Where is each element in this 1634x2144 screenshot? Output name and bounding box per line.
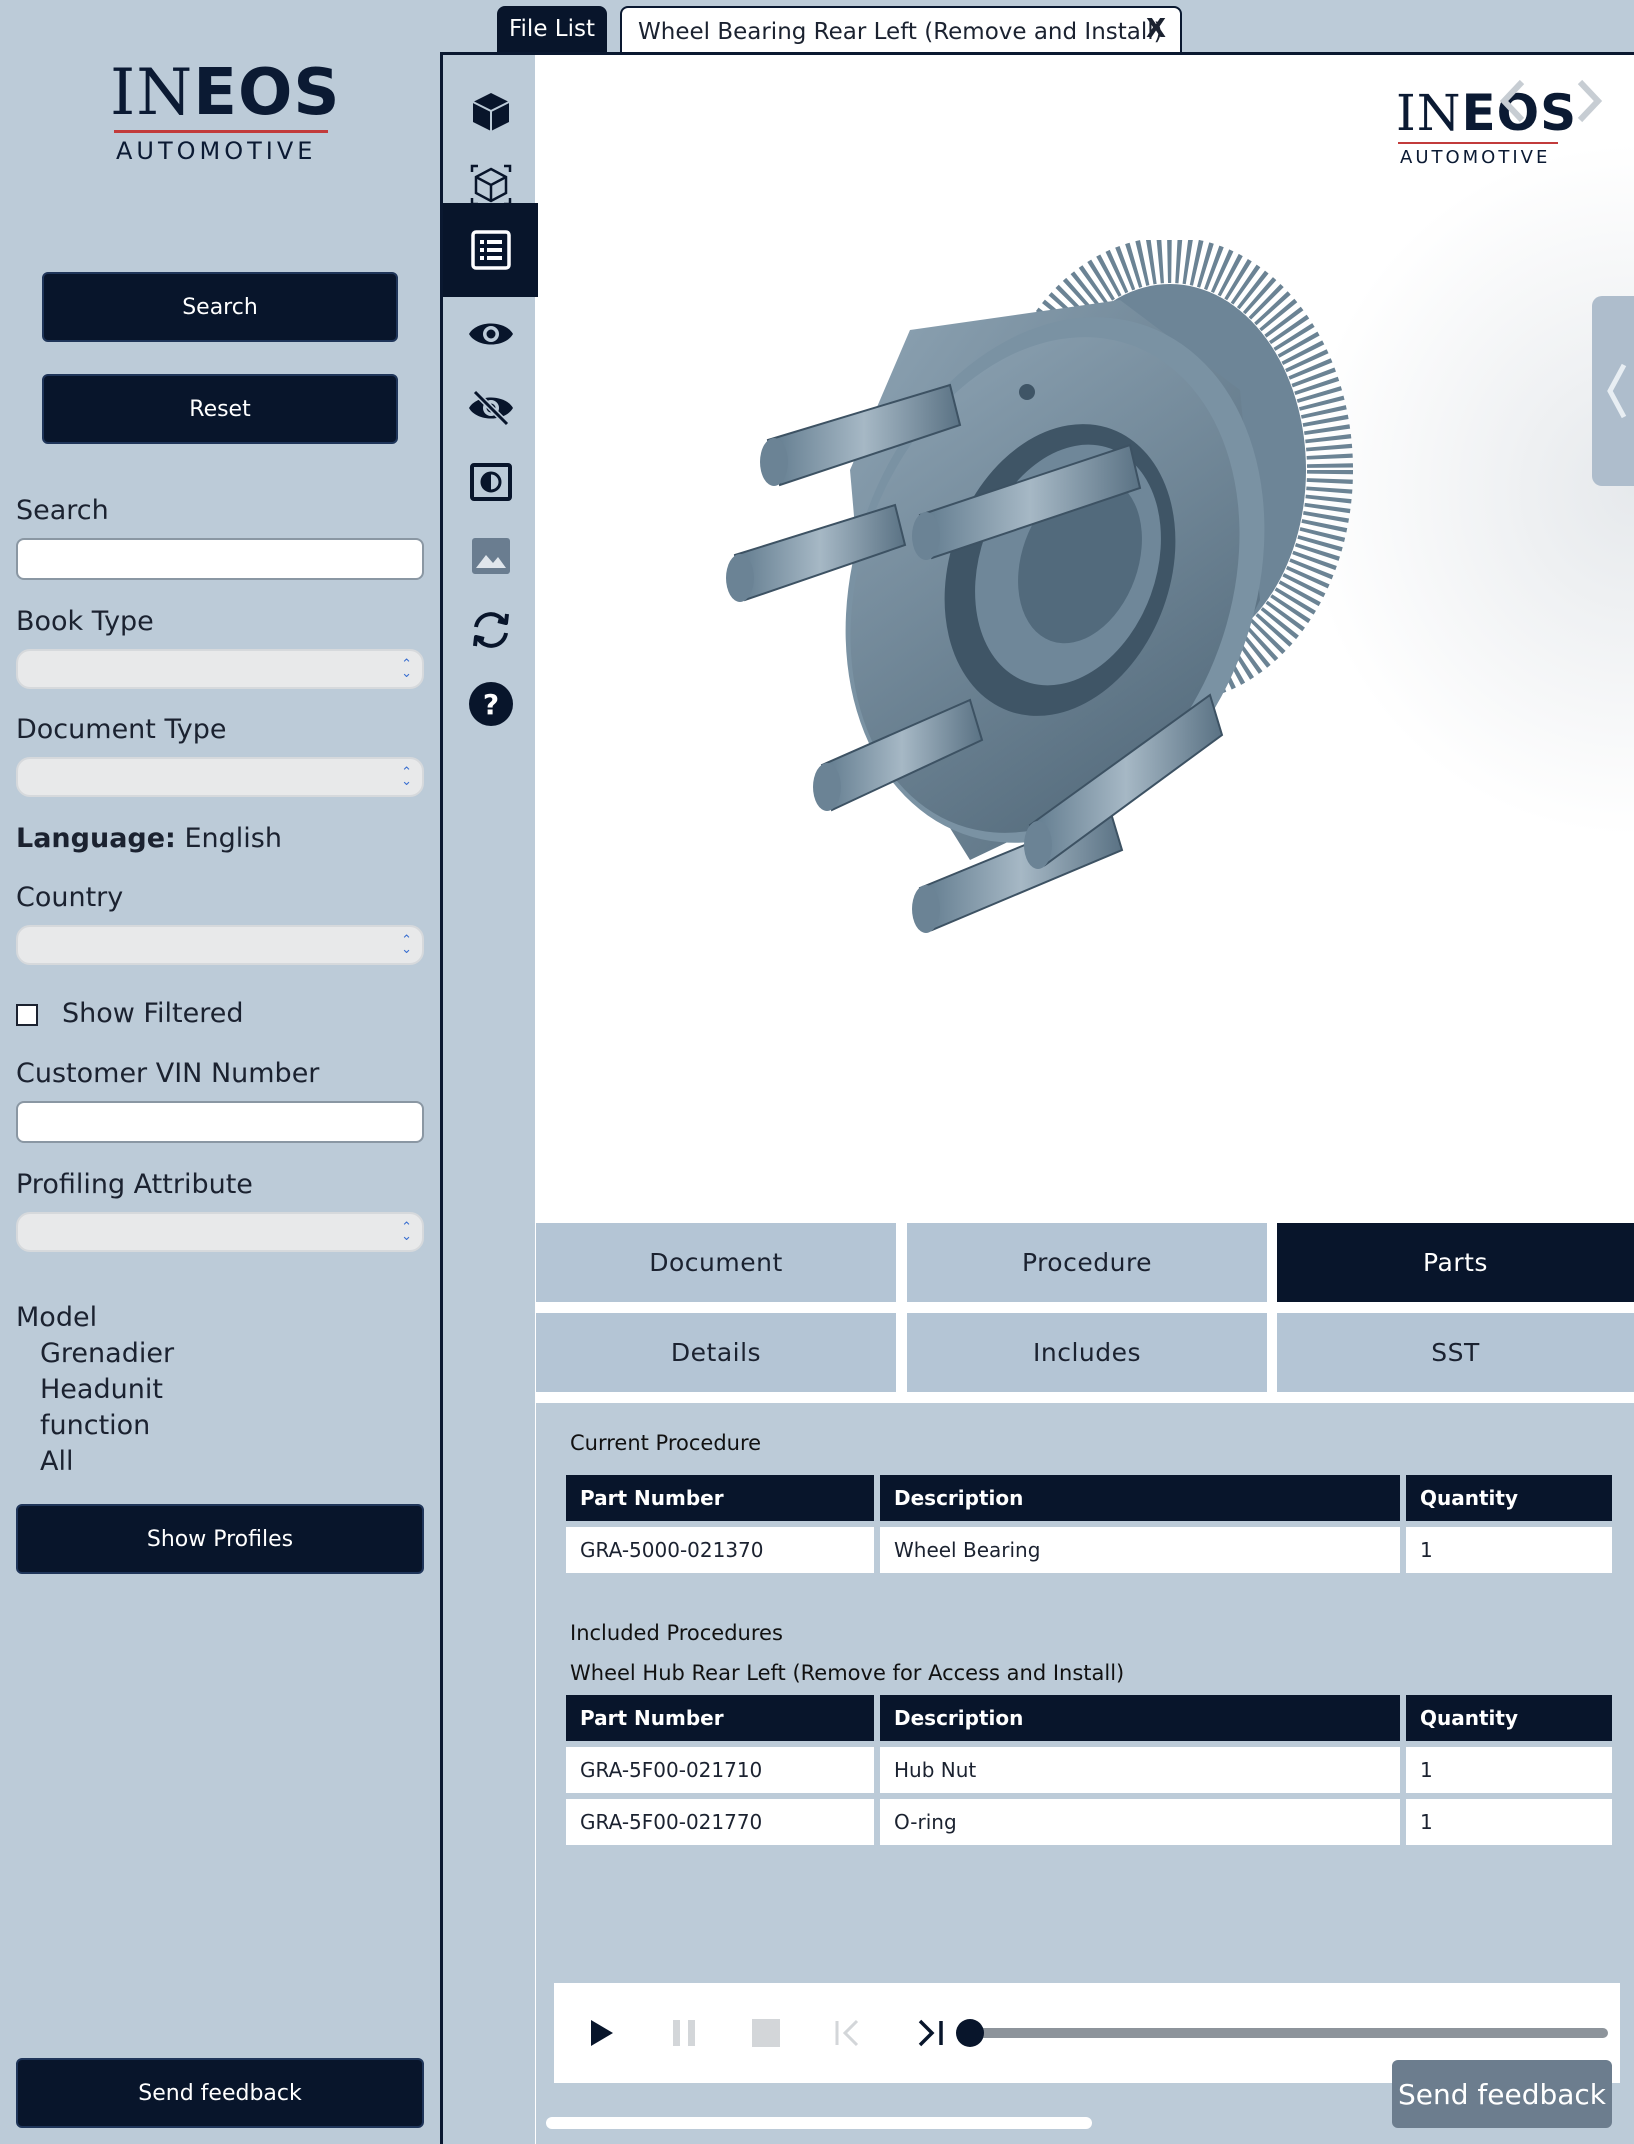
vin-input[interactable] <box>16 1101 424 1143</box>
quantity-cell: 1 <box>1406 1527 1612 1573</box>
included-procedures-title: Included Procedures <box>570 1621 783 1645</box>
skip-back-icon[interactable] <box>820 1983 876 2083</box>
search-button[interactable]: Search <box>42 272 398 342</box>
description-cell: Hub Nut <box>880 1747 1400 1793</box>
show-filtered-checkbox[interactable] <box>16 1004 38 1026</box>
language-value: English <box>184 823 282 854</box>
reset-button[interactable]: Reset <box>42 374 398 444</box>
book-type-select[interactable]: ⌃ ⌄ <box>16 649 424 689</box>
quantity-cell: 1 <box>1406 1747 1612 1793</box>
current-parts-table: Part Number Description Quantity GRA-500… <box>560 1469 1618 1579</box>
table-header: Part Number Description Quantity <box>566 1475 1612 1521</box>
tab-includes[interactable]: Includes <box>907 1313 1267 1392</box>
included-procedure-name: Wheel Hub Rear Left (Remove for Access a… <box>570 1661 1125 1685</box>
side-panel-toggle[interactable] <box>1592 296 1634 486</box>
column-header: Quantity <box>1406 1695 1612 1741</box>
document-type-select[interactable]: ⌃ ⌄ <box>16 757 424 797</box>
chevron-left-icon <box>1607 363 1627 419</box>
pause-icon[interactable] <box>656 1983 712 2083</box>
table-row[interactable]: GRA-5F00-021770 O-ring 1 <box>566 1799 1612 1845</box>
progress-handle[interactable] <box>956 2019 984 2047</box>
tab-document[interactable]: Wheel Bearing Rear Left (Remove and Inst… <box>620 6 1182 56</box>
column-header: Part Number <box>566 1475 874 1521</box>
vin-label: Customer VIN Number <box>16 1058 320 1089</box>
quantity-cell: 1 <box>1406 1799 1612 1845</box>
skip-forward-icon[interactable] <box>902 1983 958 2083</box>
search-input[interactable] <box>16 538 424 580</box>
send-feedback-button[interactable]: Send feedback <box>16 2058 424 2128</box>
horizontal-scrollbar[interactable] <box>546 2117 1092 2129</box>
contrast-icon[interactable] <box>443 447 538 517</box>
country-label: Country <box>16 882 124 913</box>
refresh-icon[interactable] <box>443 595 538 665</box>
column-header: Description <box>880 1475 1400 1521</box>
description-cell: Wheel Bearing <box>880 1527 1400 1573</box>
included-parts-table: Part Number Description Quantity GRA-5F0… <box>560 1689 1618 1851</box>
select-arrows-icon: ⌃ ⌄ <box>401 933 412 957</box>
select-arrows-icon: ⌃ ⌄ <box>401 765 412 789</box>
stop-icon[interactable] <box>738 1983 794 2083</box>
model-item: function <box>40 1410 151 1441</box>
tab-details[interactable]: Details <box>536 1313 896 1392</box>
part-number-cell: GRA-5F00-021710 <box>566 1747 874 1793</box>
chevron-left-icon[interactable] <box>1498 78 1528 128</box>
language-row: Language: English <box>16 823 282 854</box>
model-item: All <box>40 1446 74 1477</box>
document-type-label: Document Type <box>16 714 227 745</box>
parts-list-icon[interactable] <box>443 203 538 297</box>
book-type-label: Book Type <box>16 606 154 637</box>
help-icon[interactable]: ? <box>443 669 538 739</box>
search-label: Search <box>16 495 109 526</box>
play-icon[interactable] <box>574 1983 630 2083</box>
chevron-right-icon[interactable] <box>1574 78 1604 128</box>
floating-send-feedback-button[interactable]: Send feedback <box>1392 2060 1612 2128</box>
progress-track[interactable] <box>968 2028 1608 2038</box>
tab-procedure[interactable]: Procedure <box>907 1223 1267 1302</box>
column-header: Quantity <box>1406 1475 1612 1521</box>
viewer-toolbar: ? <box>443 55 538 2144</box>
part-number-cell: GRA-5F00-021770 <box>566 1799 874 1845</box>
select-arrows-icon: ⌃ ⌄ <box>401 657 412 681</box>
tab-file-list[interactable]: File List <box>497 6 607 52</box>
table-row[interactable]: GRA-5000-021370 Wheel Bearing 1 <box>566 1527 1612 1573</box>
table-header: Part Number Description Quantity <box>566 1695 1612 1741</box>
model-heading: Model <box>16 1302 98 1333</box>
tab-parts[interactable]: Parts <box>1277 1223 1634 1302</box>
current-procedure-title: Current Procedure <box>570 1431 762 1455</box>
svg-text:?: ? <box>482 688 498 721</box>
select-arrows-icon: ⌃ ⌄ <box>401 1220 412 1244</box>
ineos-logo: INEOS AUTOMOTIVE <box>110 56 341 165</box>
language-label: Language: <box>16 823 176 854</box>
hide-icon[interactable] <box>443 373 538 443</box>
cube-icon[interactable] <box>443 77 538 147</box>
model-item: Grenadier <box>40 1338 175 1369</box>
show-icon[interactable] <box>443 299 538 369</box>
country-select[interactable]: ⌃ ⌄ <box>16 925 424 965</box>
close-icon[interactable]: X <box>1146 14 1166 44</box>
table-row[interactable]: GRA-5F00-021710 Hub Nut 1 <box>566 1747 1612 1793</box>
wheel-bearing-3d-model[interactable] <box>700 240 1460 940</box>
column-header: Description <box>880 1695 1400 1741</box>
image-icon[interactable] <box>443 521 538 591</box>
sidebar: INEOS AUTOMOTIVE Search Reset Search Boo… <box>0 0 440 2144</box>
description-cell: O-ring <box>880 1799 1400 1845</box>
profiling-select[interactable]: ⌃ ⌄ <box>16 1212 424 1252</box>
profiling-label: Profiling Attribute <box>16 1169 253 1200</box>
part-number-cell: GRA-5000-021370 <box>566 1527 874 1573</box>
show-filtered-label: Show Filtered <box>62 998 244 1029</box>
tab-document-view[interactable]: Document <box>536 1223 896 1302</box>
viewer-logo: INEOS AUTOMOTIVE <box>1396 84 1578 168</box>
tab-sst[interactable]: SST <box>1277 1313 1634 1392</box>
tab-document-label: Wheel Bearing Rear Left (Remove and Inst… <box>638 19 1163 45</box>
show-profiles-button[interactable]: Show Profiles <box>16 1504 424 1574</box>
column-header: Part Number <box>566 1695 874 1741</box>
model-item: Headunit <box>40 1374 163 1405</box>
